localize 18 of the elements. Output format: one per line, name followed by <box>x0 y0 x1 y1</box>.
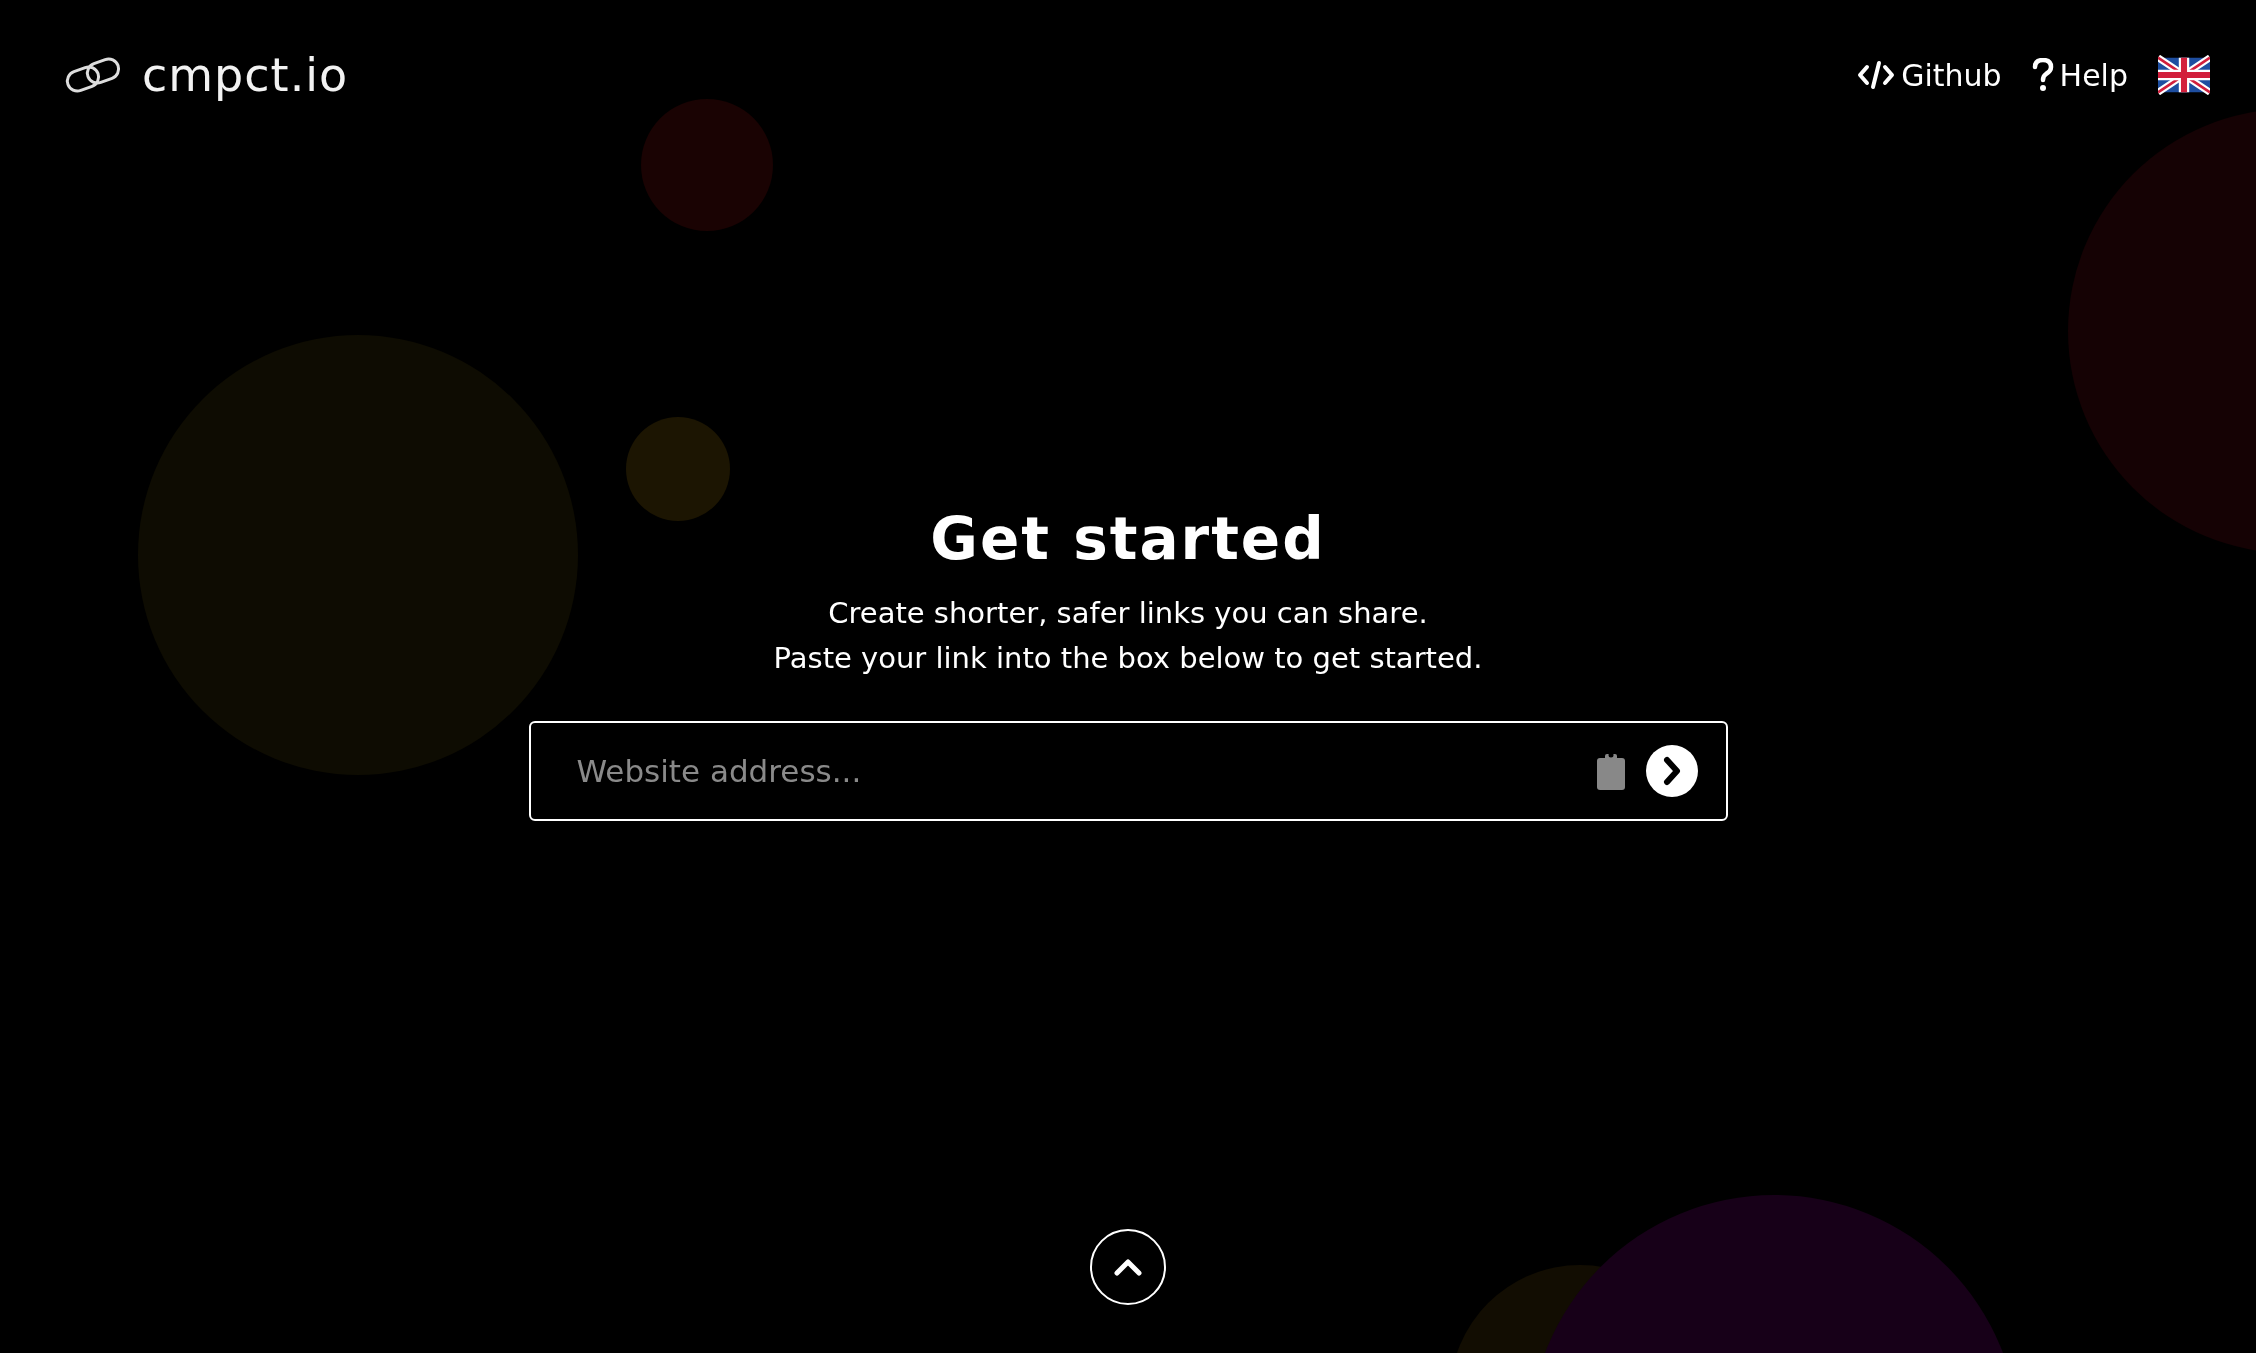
submit-button[interactable] <box>1645 745 1698 797</box>
code-icon <box>1857 59 1896 91</box>
question-icon <box>2031 58 2054 92</box>
nav-link[interactable]: Github <box>1857 57 2002 93</box>
chevron-up-icon <box>1113 1257 1143 1277</box>
paste-button[interactable] <box>1595 751 1626 791</box>
url-input-box[interactable]: Website address... <box>528 721 1728 821</box>
clipboard-icon <box>1595 751 1626 791</box>
subtitle-line: Paste your link into the box below to get started. <box>773 640 1483 677</box>
chain-link-icon <box>64 55 122 95</box>
page-title: Get started <box>930 505 1326 573</box>
chevron-right-icon <box>1645 745 1698 797</box>
subtitle-line: Create shorter, safer links you can share. <box>827 595 1429 632</box>
nav-link[interactable]: Help <box>2031 57 2128 93</box>
scroll-up-button[interactable] <box>1090 1229 1166 1305</box>
uk-flag-icon[interactable] <box>2158 55 2210 95</box>
brand-name: cmpct.io <box>142 48 349 102</box>
url-input-field[interactable]: Website address... <box>574 752 1576 790</box>
